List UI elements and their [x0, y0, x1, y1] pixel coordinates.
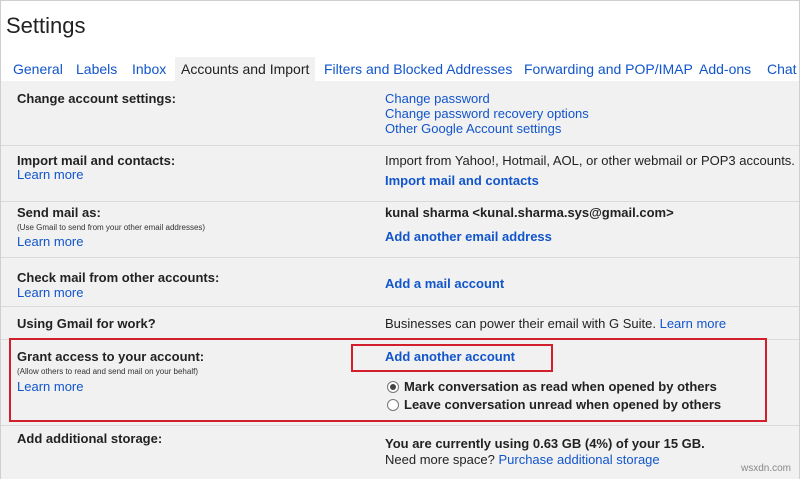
tab-filters-and-blocked-addresses[interactable]: Filters and Blocked Addresses — [324, 57, 512, 81]
send-identity: kunal sharma <kunal.sharma.sys@gmail.com… — [385, 205, 674, 220]
tab-accounts-and-import[interactable]: Accounts and Import — [175, 57, 316, 81]
gsuite-learn-more-link[interactable]: Learn more — [660, 316, 726, 331]
change-password-link[interactable]: Change password — [385, 91, 490, 106]
import-learn-more-link[interactable]: Learn more — [17, 167, 83, 182]
send-mail-note: (Use Gmail to send from your other email… — [17, 223, 206, 232]
tab-labels[interactable]: Labels — [76, 57, 117, 81]
watermark: wsxdn.com — [740, 463, 791, 474]
storage-need-more: Need more space? Purchase additional sto… — [385, 452, 660, 467]
add-email-address-link[interactable]: Add another email address — [385, 229, 552, 244]
tab-inbox[interactable]: Inbox — [132, 57, 166, 81]
import-description: Import from Yahoo!, Hotmail, AOL, or oth… — [385, 153, 795, 168]
storage-usage: You are currently using 0.63 GB (4%) of … — [385, 436, 705, 451]
check-mail-label: Check mail from other accounts: — [17, 270, 220, 285]
row-send-mail-as: Send mail as: (Use Gmail to send from yo… — [1, 201, 799, 258]
send-mail-label: Send mail as: — [17, 205, 101, 220]
check-learn-more-link[interactable]: Learn more — [17, 285, 83, 300]
row-change-account: Change account settings: Change password… — [1, 81, 799, 146]
row-gmail-work: Using Gmail for work? Businesses can pow… — [1, 306, 799, 340]
tab-add-ons[interactable]: Add-ons — [699, 57, 751, 81]
import-mail-link[interactable]: Import mail and contacts — [385, 173, 539, 188]
tab-chat[interactable]: Chat — [767, 57, 797, 81]
row-check-mail: Check mail from other accounts: Learn mo… — [1, 257, 799, 307]
page-title: Settings — [6, 13, 86, 38]
row-storage: Add additional storage: You are currentl… — [1, 425, 799, 479]
gsuite-text: Businesses can power their email with G … — [385, 316, 656, 331]
tab-forwarding-and-pop-imap[interactable]: Forwarding and POP/IMAP — [524, 57, 693, 81]
change-account-label: Change account settings: — [17, 91, 176, 106]
gmail-work-text: Businesses can power their email with G … — [385, 316, 726, 331]
tab-general[interactable]: General — [13, 57, 63, 81]
storage-label: Add additional storage: — [17, 431, 163, 446]
highlight-add-account-box — [351, 344, 553, 372]
purchase-storage-link[interactable]: Purchase additional storage — [498, 452, 659, 467]
settings-tabs: General Labels Inbox Accounts and Import… — [1, 57, 799, 81]
send-learn-more-link[interactable]: Learn more — [17, 234, 83, 249]
gmail-work-label: Using Gmail for work? — [17, 316, 156, 331]
add-mail-account-link[interactable]: Add a mail account — [385, 276, 504, 291]
row-import-mail: Import mail and contacts: Learn more Imp… — [1, 145, 799, 202]
need-more-text: Need more space? — [385, 452, 495, 467]
other-google-settings-link[interactable]: Other Google Account settings — [385, 121, 561, 136]
change-recovery-link[interactable]: Change password recovery options — [385, 106, 589, 121]
import-mail-label: Import mail and contacts: — [17, 153, 176, 168]
